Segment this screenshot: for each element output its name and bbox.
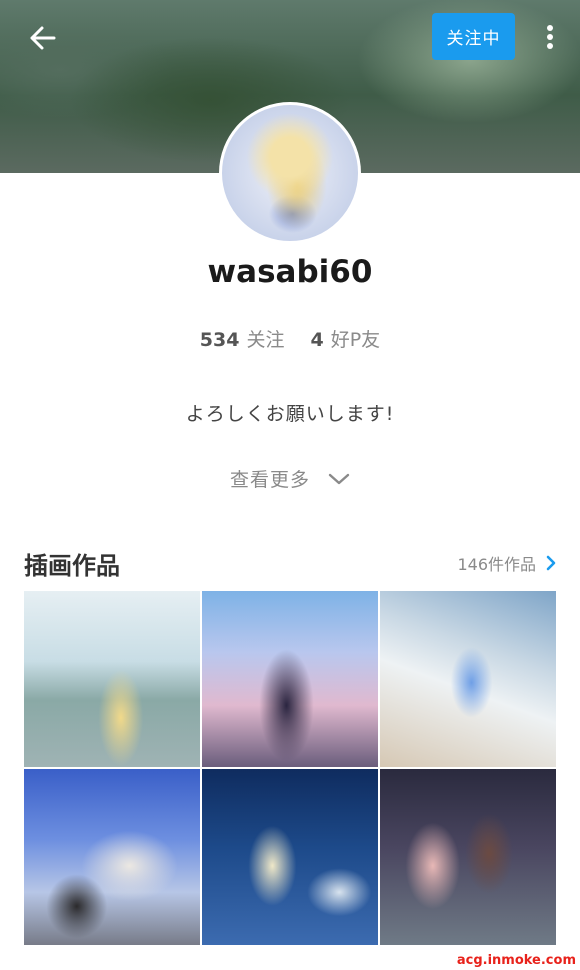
illustration-thumbnail[interactable] — [380, 769, 556, 945]
following-label: 关注 — [246, 329, 285, 351]
friends-count: 4 — [310, 329, 324, 351]
illustration-thumbnail[interactable] — [24, 591, 200, 767]
follow-button[interactable]: 关注中 — [432, 13, 515, 60]
following-stat[interactable]: 534 关注 — [200, 325, 285, 352]
illustration-thumbnail[interactable] — [24, 769, 200, 945]
illustrations-section-title: 插画作品 — [24, 552, 120, 580]
chevron-right-icon — [546, 555, 556, 571]
more-vertical-icon — [547, 25, 553, 49]
illustration-thumbnail[interactable] — [380, 591, 556, 767]
see-more-label: 查看更多 — [229, 469, 310, 491]
illustrations-grid — [24, 591, 556, 947]
avatar[interactable] — [219, 102, 361, 244]
works-count-label: 146件作品 — [457, 555, 536, 574]
following-count: 534 — [199, 329, 240, 351]
friends-stat[interactable]: 4 好P友 — [310, 325, 380, 352]
back-button[interactable] — [22, 20, 62, 56]
arrow-left-icon — [30, 26, 56, 50]
illustration-thumbnail[interactable] — [202, 591, 378, 767]
username: wasabi60 — [207, 254, 373, 290]
friends-label: 好P友 — [330, 329, 381, 351]
profile-stats: 534 关注 4 好P友 — [0, 325, 580, 352]
more-options-button[interactable] — [538, 22, 562, 52]
see-more-button[interactable]: 查看更多 — [0, 465, 580, 492]
chevron-down-icon — [328, 473, 350, 484]
profile-bio: よろしくお願いします! — [185, 403, 395, 425]
illustration-thumbnail[interactable] — [202, 769, 378, 945]
all-works-link[interactable]: 146件作品 — [457, 551, 556, 575]
watermark: acg.inmoke.com — [456, 953, 576, 968]
